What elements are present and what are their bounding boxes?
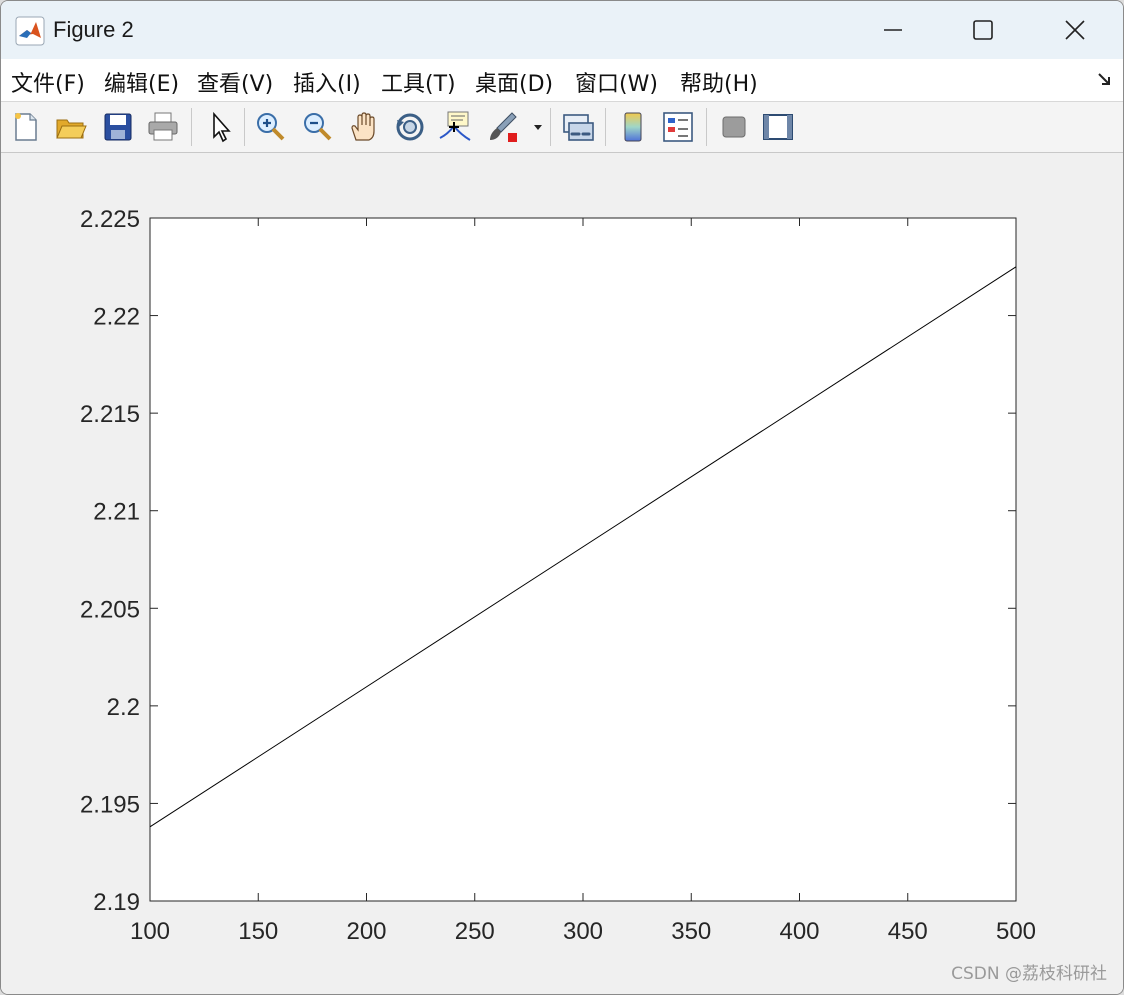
menu-view[interactable]: 查看(V) bbox=[197, 66, 273, 98]
minimize-icon bbox=[884, 29, 902, 31]
link-plot-icon[interactable] bbox=[561, 110, 595, 144]
toolbar-separator bbox=[550, 108, 551, 146]
x-tick-label: 200 bbox=[346, 918, 386, 945]
zoom-out-icon[interactable] bbox=[300, 110, 334, 144]
figure-window: Figure 2 文件(F) 编辑(E) 查看(V) 插入(I) 工具(T) 桌… bbox=[0, 0, 1124, 995]
y-tick-label: 2.21 bbox=[93, 499, 140, 526]
line-chart[interactable]: 100 150 200 250 300 350 400 450 5002.192.1952.22… bbox=[1, 153, 1123, 994]
legend-icon[interactable] bbox=[661, 110, 695, 144]
y-tick-label: 2.2 bbox=[107, 694, 140, 721]
menu-edit[interactable]: 编辑(E) bbox=[104, 66, 179, 98]
data-cursor-icon[interactable] bbox=[438, 110, 472, 144]
pan-hand-icon[interactable] bbox=[347, 110, 381, 144]
y-tick-label: 2.225 bbox=[80, 206, 140, 233]
x-tick-label: 300 bbox=[563, 918, 603, 945]
window-title: Figure 2 bbox=[53, 17, 134, 42]
x-tick-label: 100 bbox=[130, 918, 170, 945]
matlab-logo-icon bbox=[15, 16, 45, 46]
colorbar-icon[interactable] bbox=[616, 110, 650, 144]
x-tick-label: 450 bbox=[888, 918, 928, 945]
toolbar-separator bbox=[191, 108, 192, 146]
show-plot-tools-icon[interactable] bbox=[761, 110, 795, 144]
x-tick-label: 250 bbox=[455, 918, 495, 945]
y-tick-label: 2.19 bbox=[93, 889, 140, 916]
toolbar-separator bbox=[706, 108, 707, 146]
y-tick-label: 2.22 bbox=[93, 304, 140, 331]
plot-area bbox=[150, 218, 1016, 901]
menu-insert[interactable]: 插入(I) bbox=[293, 66, 361, 98]
maximize-icon bbox=[973, 20, 993, 40]
minimize-button[interactable] bbox=[847, 1, 939, 59]
menu-desktop[interactable]: 桌面(D) bbox=[475, 66, 553, 98]
dock-arrow-icon[interactable] bbox=[1097, 71, 1113, 87]
menu-bar: 文件(F) 编辑(E) 查看(V) 插入(I) 工具(T) 桌面(D) 窗口(W… bbox=[1, 59, 1123, 102]
y-tick-label: 2.215 bbox=[80, 401, 140, 428]
menu-help[interactable]: 帮助(H) bbox=[680, 66, 758, 98]
watermark-text: CSDN @荔枝科研社 bbox=[951, 964, 1107, 984]
menu-file[interactable]: 文件(F) bbox=[11, 66, 85, 98]
chevron-down-icon[interactable] bbox=[531, 110, 545, 144]
toolbar-separator bbox=[244, 108, 245, 146]
figure-toolbar bbox=[1, 102, 1123, 153]
x-tick-label: 500 bbox=[996, 918, 1036, 945]
close-button[interactable] bbox=[1029, 1, 1121, 59]
zoom-in-icon[interactable] bbox=[253, 110, 287, 144]
hide-plot-tools-icon[interactable] bbox=[717, 110, 751, 144]
maximize-button[interactable] bbox=[937, 1, 1029, 59]
title-bar[interactable]: Figure 2 bbox=[1, 1, 1123, 59]
x-tick-label: 350 bbox=[671, 918, 711, 945]
x-tick-label: 150 bbox=[238, 918, 278, 945]
open-icon[interactable] bbox=[54, 110, 88, 144]
y-tick-label: 2.205 bbox=[80, 596, 140, 623]
menu-window[interactable]: 窗口(W) bbox=[575, 66, 658, 98]
toolbar-separator bbox=[605, 108, 606, 146]
close-icon bbox=[1065, 20, 1085, 40]
brush-icon[interactable] bbox=[486, 110, 520, 144]
rotate-3d-icon[interactable] bbox=[393, 110, 427, 144]
new-figure-icon[interactable] bbox=[9, 110, 43, 144]
menu-tools[interactable]: 工具(T) bbox=[381, 66, 456, 98]
save-icon[interactable] bbox=[101, 110, 135, 144]
x-tick-label: 400 bbox=[779, 918, 819, 945]
print-icon[interactable] bbox=[146, 110, 180, 144]
select-arrow-icon[interactable] bbox=[204, 110, 238, 144]
y-tick-label: 2.195 bbox=[80, 791, 140, 818]
